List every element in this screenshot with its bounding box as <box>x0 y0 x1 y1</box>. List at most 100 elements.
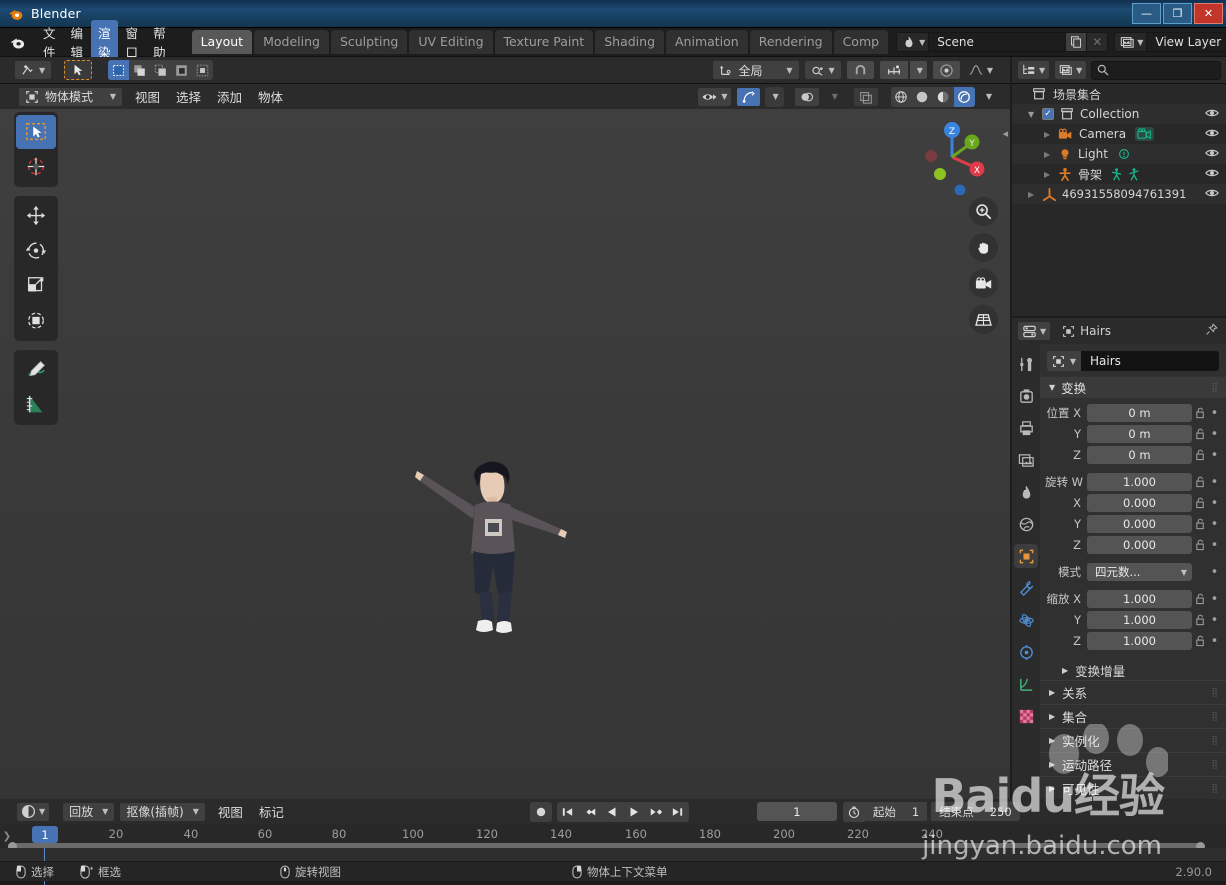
transform-tool[interactable] <box>16 304 56 338</box>
expand-triangle-icon[interactable]: ▶ <box>1044 170 1050 179</box>
animate-property-dot[interactable]: • <box>1208 496 1221 511</box>
lock-icon[interactable] <box>1192 407 1208 419</box>
minimize-button[interactable]: — <box>1132 2 1161 24</box>
play-reverse-icon[interactable] <box>600 801 623 822</box>
object-name-field[interactable]: Hairs <box>1081 351 1219 371</box>
scale-tool[interactable] <box>16 269 56 303</box>
view-layer-name-field[interactable]: View Layer <box>1146 32 1226 52</box>
next-keyframe-icon[interactable] <box>644 801 667 822</box>
transform-orientation-dropdown[interactable]: 全局 ▼ <box>711 60 800 80</box>
blender-menu-icon[interactable] <box>9 33 26 52</box>
location-z-row[interactable]: Z 0 m • <box>1045 445 1221 465</box>
keying-menu[interactable]: 抠像(插帧) ▼ <box>119 801 206 822</box>
outliner-root-row[interactable]: 场景集合 <box>1012 84 1226 104</box>
playback-menu[interactable]: 回放 ▼ <box>62 801 116 822</box>
lock-icon[interactable] <box>1192 428 1208 440</box>
scale-x-row[interactable]: 缩放 X 1.000 • <box>1045 589 1221 609</box>
outliner-item-light[interactable]: ▶ Light <box>1012 144 1226 164</box>
camera-data-icon[interactable] <box>1135 127 1155 141</box>
motion-paths-section[interactable]: ▶ 运动路径 ⣿ <box>1040 752 1226 776</box>
light-data-icon[interactable] <box>1117 147 1131 161</box>
snap-magnet-icon[interactable] <box>845 60 875 80</box>
interaction-mode-dropdown[interactable]: 物体模式 ▼ <box>18 86 123 107</box>
solid-shading-icon[interactable] <box>912 87 933 107</box>
expand-triangle-icon[interactable]: ▶ <box>1044 130 1050 139</box>
animate-property-dot[interactable]: • <box>1208 448 1221 463</box>
tab-sculpting[interactable]: Sculpting <box>330 30 408 54</box>
jump-start-icon[interactable] <box>556 801 579 822</box>
object-tab[interactable] <box>1014 544 1038 568</box>
zoom-view-icon[interactable] <box>969 197 998 226</box>
outliner[interactable]: 场景集合 ▼ ✓ Collection ▶ Camera ▶ Light ▶ 骨… <box>1012 84 1226 316</box>
select-subtract-icon[interactable] <box>150 60 171 80</box>
tab-shading[interactable]: Shading <box>595 30 664 54</box>
modifier-tab[interactable] <box>1014 576 1038 600</box>
maximize-button[interactable]: ❐ <box>1163 2 1192 24</box>
location-y-field[interactable]: 0 m <box>1087 425 1192 443</box>
select-intersect-icon[interactable] <box>192 60 213 80</box>
lock-icon[interactable] <box>1192 635 1208 647</box>
rendered-shading-icon[interactable] <box>953 86 975 107</box>
auto-key-icon[interactable] <box>842 801 865 822</box>
jump-end-icon[interactable] <box>666 801 689 822</box>
outliner-item-camera[interactable]: ▶ Camera <box>1012 124 1226 144</box>
overlays-dropdown[interactable]: ▼ <box>824 87 843 107</box>
scale-y-field[interactable]: 1.000 <box>1087 611 1192 629</box>
timeline-view-menu[interactable]: 视图 <box>210 800 251 823</box>
active-tool-icon[interactable] <box>64 60 93 80</box>
select-mode-group[interactable] <box>108 60 214 80</box>
overlays-toggle[interactable] <box>793 86 820 107</box>
current-frame-field[interactable]: 1 <box>756 802 837 821</box>
timeline-ruler[interactable]: ❯ 20 40 60 80 100 120 140 160 180 200 22… <box>0 824 1226 885</box>
properties-editor-type-dropdown[interactable]: ▼ <box>1017 321 1052 341</box>
tab-rendering[interactable]: Rendering <box>749 30 832 54</box>
outliner-display-mode-dropdown[interactable]: ▼ <box>1017 60 1051 80</box>
animate-property-dot[interactable]: • <box>1208 406 1221 421</box>
close-button[interactable]: ✕ <box>1194 2 1223 24</box>
3d-viewport[interactable]: Z Y X ◂ <box>0 109 1010 799</box>
material-preview-shading-icon[interactable] <box>933 87 954 107</box>
pan-view-icon[interactable] <box>969 233 998 262</box>
shading-mode-group[interactable] <box>890 86 975 107</box>
expand-triangle-icon[interactable]: ▶ <box>1044 150 1050 159</box>
collection-checkbox[interactable]: ✓ <box>1042 108 1054 120</box>
expand-triangle-icon[interactable]: ▶ <box>1028 190 1034 199</box>
tab-texture-paint[interactable]: Texture Paint <box>494 30 594 54</box>
instancing-section[interactable]: ▶ 实例化 ⣿ <box>1040 728 1226 752</box>
animate-property-dot[interactable]: • <box>1208 592 1221 607</box>
rotation-y-row[interactable]: Y 0.000 • <box>1045 514 1221 534</box>
location-x-field[interactable]: 0 m <box>1087 404 1192 422</box>
unlink-scene-button[interactable]: ✕ <box>1087 32 1109 52</box>
rotation-z-row[interactable]: Z 0.000 • <box>1045 535 1221 555</box>
rotation-x-row[interactable]: X 0.000 • <box>1045 493 1221 513</box>
xray-toggle[interactable] <box>852 86 879 107</box>
scale-z-row[interactable]: Z 1.000 • <box>1045 631 1221 651</box>
animate-property-dot[interactable]: • <box>1208 475 1221 490</box>
visibility-eye-icon[interactable] <box>1205 146 1219 163</box>
annotate-tool[interactable] <box>16 353 56 387</box>
timeline-marker-menu[interactable]: 标记 <box>251 800 292 823</box>
lock-icon[interactable] <box>1192 518 1208 530</box>
menu-add[interactable]: 添加 <box>209 85 250 108</box>
animate-property-dot[interactable]: • <box>1208 427 1221 442</box>
scale-x-field[interactable]: 1.000 <box>1087 590 1192 608</box>
rotate-tool[interactable] <box>16 234 56 268</box>
armature-data-icon[interactable] <box>1110 167 1124 182</box>
transform-panel-header[interactable]: ▼ 变换 ⣿ <box>1040 376 1226 398</box>
physics-tab[interactable] <box>1014 608 1038 632</box>
shading-dropdown[interactable]: ▼ <box>979 87 996 107</box>
rotation-w-row[interactable]: 旋转 W 1.000 • <box>1045 472 1221 492</box>
expand-triangle-icon[interactable]: ▼ <box>1028 110 1034 119</box>
properties-panel[interactable]: ▼ Hairs ▼ 变换 ⣿ 位置 X 0 m • Y 0 m • Z 0 m … <box>1040 344 1226 799</box>
snap-dropdown[interactable]: ▼ <box>908 60 928 80</box>
pivot-point-dropdown[interactable]: ▼ <box>803 60 842 80</box>
outliner-item-empty[interactable]: ▶ 46931558094761391 <box>1012 184 1226 204</box>
scale-y-row[interactable]: Y 1.000 • <box>1045 610 1221 630</box>
cursor-tool[interactable] <box>16 150 56 184</box>
wireframe-shading-icon[interactable] <box>891 87 912 107</box>
view-layer-tab[interactable] <box>1014 448 1038 472</box>
visibility-eye-icon[interactable] <box>1205 166 1219 183</box>
sidebar-toggle-arrow[interactable]: ◂ <box>1002 127 1008 140</box>
rotation-mode-row[interactable]: 模式 四元数... ▼ • <box>1045 562 1221 582</box>
camera-view-icon[interactable] <box>969 269 998 298</box>
